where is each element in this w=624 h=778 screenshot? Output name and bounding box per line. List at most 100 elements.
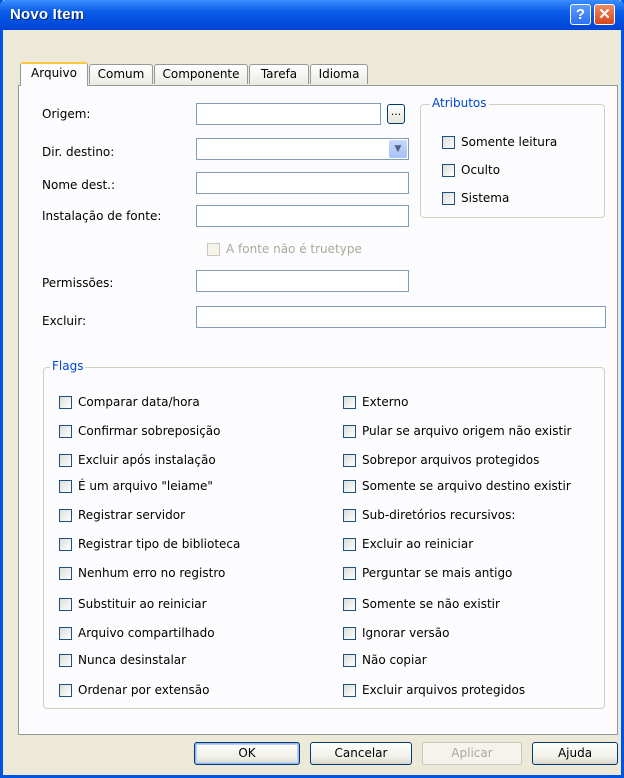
checkbox-box: [343, 683, 356, 697]
flag-checkbox[interactable]: Excluir arquivos protegidos: [343, 682, 525, 698]
instalacao-fonte-label: Instalação de fonte:: [42, 209, 162, 223]
checkbox-box: [59, 453, 72, 467]
flag-checkbox[interactable]: Ordenar por extensão: [59, 682, 210, 698]
checkbox-box: [343, 566, 356, 580]
excluir-label: Excluir:: [42, 314, 87, 328]
flag-label: Comparar data/hora: [78, 395, 200, 409]
tab-componente[interactable]: Componente: [154, 64, 248, 84]
flag-checkbox[interactable]: Pular se arquivo origem não existir: [343, 423, 571, 439]
flag-checkbox[interactable]: Sobrepor arquivos protegidos: [343, 452, 539, 468]
checkbox-box: [59, 508, 72, 522]
dir-destino-label: Dir. destino:: [42, 145, 115, 159]
excluir-input[interactable]: [196, 306, 606, 328]
tab-idioma[interactable]: Idioma: [310, 64, 368, 84]
checkbox-label: Sistema: [461, 191, 510, 205]
checkbox-box: [442, 135, 455, 149]
instalacao-fonte-input[interactable]: [196, 205, 409, 227]
apply-button[interactable]: Aplicar: [422, 742, 522, 765]
tab-arquivo[interactable]: Arquivo: [20, 62, 88, 86]
tab-tarefa[interactable]: Tarefa: [249, 64, 309, 84]
checkbox-box: [343, 537, 356, 551]
flag-label: Registrar tipo de biblioteca: [78, 537, 241, 551]
checkbox-box: [442, 163, 455, 177]
checkbox-box: [59, 424, 72, 438]
checkbox-box: [343, 597, 356, 611]
flag-checkbox[interactable]: Confirmar sobreposição: [59, 423, 221, 439]
browse-button[interactable]: ...: [387, 104, 405, 124]
checkbox-box: [59, 597, 72, 611]
atributos-title: Atributos: [430, 96, 489, 110]
flag-checkbox[interactable]: Excluir após instalação: [59, 452, 216, 468]
tab-comum[interactable]: Comum: [89, 64, 153, 84]
flag-checkbox[interactable]: Nunca desinstalar: [59, 652, 186, 668]
dir-destino-combo[interactable]: ▼: [196, 138, 409, 160]
ok-button[interactable]: OK: [194, 742, 300, 765]
checkbox-box: [442, 191, 455, 205]
flag-checkbox[interactable]: Substituir ao reiniciar: [59, 596, 207, 612]
checkbox-box: [59, 683, 72, 697]
flag-checkbox[interactable]: Somente se não existir: [343, 596, 500, 612]
checkbox-box: [59, 395, 72, 409]
checkbox-box: [343, 424, 356, 438]
flag-checkbox[interactable]: Excluir ao reiniciar: [343, 536, 473, 552]
flag-checkbox[interactable]: Arquivo compartilhado: [59, 625, 215, 641]
checkbox-box: [59, 653, 72, 667]
close-icon: ✕: [598, 6, 611, 23]
somente-leitura-checkbox[interactable]: Somente leitura: [442, 134, 557, 150]
flag-label: Sub-diretórios recursivos:: [362, 508, 516, 522]
flag-checkbox[interactable]: Registrar tipo de biblioteca: [59, 536, 240, 552]
flag-label: Excluir arquivos protegidos: [362, 683, 526, 697]
flag-checkbox[interactable]: Registrar servidor: [59, 507, 185, 523]
flag-label: Ordenar por extensão: [78, 683, 210, 697]
flag-checkbox[interactable]: Não copiar: [343, 652, 427, 668]
flag-label: Perguntar se mais antigo: [362, 566, 513, 580]
flag-checkbox[interactable]: É um arquivo "leiame": [59, 478, 213, 494]
flag-checkbox[interactable]: Perguntar se mais antigo: [343, 565, 512, 581]
checkbox-box: [343, 626, 356, 640]
cancel-button[interactable]: Cancelar: [310, 742, 412, 765]
checkbox-box: [59, 479, 72, 493]
flag-label: Pular se arquivo origem não existir: [362, 424, 572, 438]
window-title: Novo Item: [10, 6, 85, 23]
checkbox-box: [343, 453, 356, 467]
flag-label: Confirmar sobreposição: [78, 424, 221, 438]
nao-truetype-checkbox[interactable]: A fonte não é truetype: [207, 241, 362, 257]
flag-label: Substituir ao reiniciar: [78, 597, 207, 611]
checkbox-box: [59, 626, 72, 640]
oculto-checkbox[interactable]: Oculto: [442, 162, 500, 178]
flag-checkbox[interactable]: Ignorar versão: [343, 625, 450, 641]
permissoes-label: Permissões:: [42, 276, 114, 290]
flag-label: Nenhum erro no registro: [78, 566, 226, 580]
help-title-button[interactable]: ?: [570, 4, 591, 25]
checkbox-box: [343, 479, 356, 493]
permissoes-input[interactable]: [196, 270, 409, 292]
flag-label: Somente se não existir: [362, 597, 500, 611]
flag-checkbox[interactable]: Somente se arquivo destino existir: [343, 478, 571, 494]
sistema-checkbox[interactable]: Sistema: [442, 190, 509, 206]
flag-label: Registrar servidor: [78, 508, 186, 522]
origem-input[interactable]: [196, 103, 381, 125]
checkbox-box: [59, 537, 72, 551]
flag-label: Nunca desinstalar: [78, 653, 187, 667]
flag-label: Arquivo compartilhado: [78, 626, 215, 640]
help-button[interactable]: Ajuda: [532, 742, 618, 765]
checkbox-label: Somente leitura: [461, 135, 558, 149]
close-button[interactable]: ✕: [594, 4, 615, 25]
flag-checkbox[interactable]: Comparar data/hora: [59, 394, 200, 410]
nome-dest-input[interactable]: [196, 172, 409, 194]
nao-truetype-label: A fonte não é truetype: [226, 242, 362, 256]
checkbox-box: [207, 242, 220, 256]
flag-checkbox[interactable]: Nenhum erro no registro: [59, 565, 225, 581]
chevron-down-icon[interactable]: ▼: [389, 140, 407, 158]
checkbox-box: [343, 508, 356, 522]
flag-label: Excluir após instalação: [78, 453, 216, 467]
origem-label: Origem:: [42, 107, 91, 121]
title-bar[interactable]: Novo Item ? ✕: [0, 0, 624, 30]
flag-label: É um arquivo "leiame": [78, 479, 213, 493]
flag-label: Ignorar versão: [362, 626, 450, 640]
checkbox-label: Oculto: [461, 163, 501, 177]
flag-checkbox[interactable]: Sub-diretórios recursivos:: [343, 507, 515, 523]
checkbox-box: [59, 566, 72, 580]
flag-checkbox[interactable]: Externo: [343, 394, 408, 410]
question-icon: ?: [575, 6, 586, 23]
